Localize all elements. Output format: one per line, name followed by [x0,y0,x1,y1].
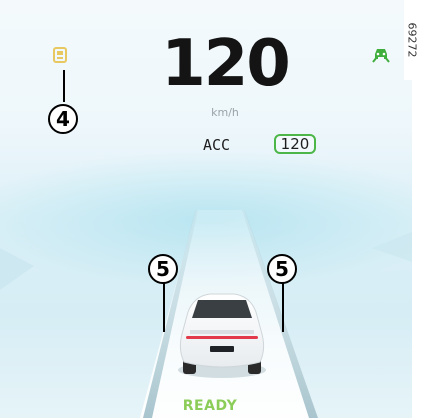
ego-vehicle [178,293,266,378]
acc-set-speed: 120 [274,134,316,154]
callout-marker-4: 4 [48,104,78,134]
left-structure [0,248,34,290]
callout-line-4 [63,70,65,102]
ready-status: READY [182,398,238,414]
callout-marker-5-right: 5 [267,254,297,284]
acc-label: ACC [203,136,231,154]
speed-readout: 120 [161,27,291,101]
callout-marker-5-left: 5 [148,254,178,284]
driver-assist-icon [371,44,391,64]
speed-unit: km/h [211,106,239,119]
vehicle-warning-icon [52,44,68,66]
right-structure [372,232,412,262]
callout-line-5-left [163,282,165,332]
callout-line-5-right [282,282,284,332]
reference-code-text: 69272 [405,22,419,58]
instrument-cluster-display: 120 km/h ACC 120 READY 4 5 5 [0,0,412,418]
reference-code: 69272 [404,0,421,80]
